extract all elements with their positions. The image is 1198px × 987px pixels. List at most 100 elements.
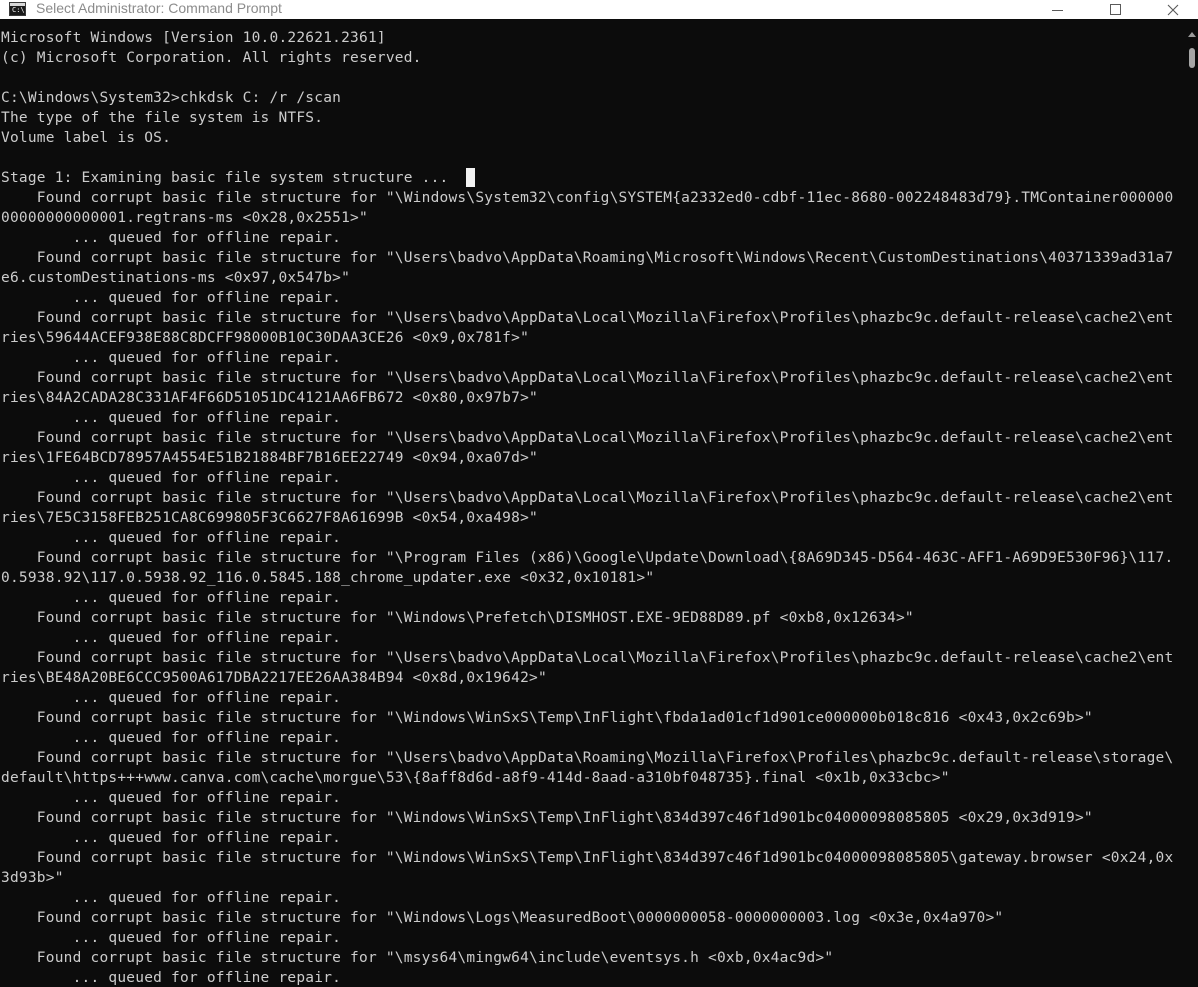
console-line: Microsoft Windows [Version 10.0.22621.23… [1,28,1183,48]
console-line-text: ries\7E5C3158FEB251CA8C699805F3C6627F8A6… [1,510,538,526]
title-bar[interactable]: C:\ Select Administrator: Command Prompt [0,0,1198,19]
console-line-text: ries\1FE64BCD78957A4554E51B21884BF7B16EE… [1,450,538,466]
console-line-text: ... queued for offline repair. [1,410,342,426]
console-line: ries\BE48A20BE6CCC9500A617DBA2217EE26AA3… [1,668,1183,688]
console-line-text: Found corrupt basic file structure for "… [1,370,1174,386]
console-line: ries\84A2CADA28C331AF4F66D51051DC4121AA6… [1,388,1183,408]
close-button[interactable] [1144,0,1198,19]
cmd-icon[interactable]: C:\ [9,2,26,16]
console-line: (c) Microsoft Corporation. All rights re… [1,48,1183,68]
console-line-text: Volume label is OS. [1,130,172,146]
console-line: ... queued for offline repair. [1,888,1183,908]
console-line-text: Found corrupt basic file structure for "… [1,250,1174,266]
console-line: ries\1FE64BCD78957A4554E51B21884BF7B16EE… [1,448,1183,468]
console-line-text: Stage 1: Examining basic file system str… [1,170,449,186]
console-line: ries\7E5C3158FEB251CA8C699805F3C6627F8A6… [1,508,1183,528]
console-line-text: C:\Windows\System32>chkdsk C: /r /scan [1,90,342,106]
console-line: ... queued for offline repair. [1,688,1183,708]
console-line-text: Found corrupt basic file structure for "… [1,750,1174,766]
console-line-text: Microsoft Windows [Version 10.0.22621.23… [1,30,386,46]
console-line: Found corrupt basic file structure for "… [1,708,1183,728]
minimize-icon [1051,10,1063,11]
console-line-text: 00000000000001.regtrans-ms <0x28,0x2551>… [1,210,368,226]
console-line-text: Found corrupt basic file structure for "… [1,430,1174,446]
minimize-button[interactable] [1028,0,1086,19]
console-line: ... queued for offline repair. [1,928,1183,948]
console-line-text: Found corrupt basic file structure for "… [1,550,1174,566]
console-line: Found corrupt basic file structure for "… [1,248,1183,268]
text-cursor [466,168,476,187]
console-line: ... queued for offline repair. [1,788,1183,808]
maximize-icon [1109,4,1121,15]
console-line-text: Found corrupt basic file structure for "… [1,850,1174,866]
close-icon [1167,4,1179,15]
maximize-button[interactable] [1086,0,1144,19]
console-line: The type of the file system is NTFS. [1,108,1183,128]
console-line: ... queued for offline repair. [1,408,1183,428]
console-line-text: ries\84A2CADA28C331AF4F66D51051DC4121AA6… [1,390,538,406]
console-line-text: ... queued for offline repair. [1,830,342,846]
console-output[interactable]: Microsoft Windows [Version 10.0.22621.23… [1,28,1183,987]
console-line: default\https+++www.canva.com\cache\morg… [1,768,1183,788]
console-line-text: ... queued for offline repair. [1,790,342,806]
console-line: Found corrupt basic file structure for "… [1,188,1183,208]
console-line-text: default\https+++www.canva.com\cache\morg… [1,770,950,786]
console-line-text: (c) Microsoft Corporation. All rights re… [1,50,422,66]
console-line: Found corrupt basic file structure for "… [1,748,1183,768]
console-line-text: ... queued for offline repair. [1,890,342,906]
console-line-text: Found corrupt basic file structure for "… [1,950,834,966]
window-title: Select Administrator: Command Prompt [36,0,282,16]
console-line: Stage 1: Examining basic file system str… [1,168,1183,188]
console-line-text: Found corrupt basic file structure for "… [1,190,1174,206]
console-line-text: 3d93b>" [1,870,64,886]
console-line: Found corrupt basic file structure for "… [1,488,1183,508]
console-line-text: Found corrupt basic file structure for "… [1,650,1174,666]
console-line: Found corrupt basic file structure for "… [1,308,1183,328]
console-line-text: Found corrupt basic file structure for "… [1,310,1174,326]
console-line-text: Found corrupt basic file structure for "… [1,810,1093,826]
console-line-text: ... queued for offline repair. [1,290,342,306]
console-line: ... queued for offline repair. [1,728,1183,748]
console-line-text: ... queued for offline repair. [1,730,342,746]
console-line: Found corrupt basic file structure for "… [1,908,1183,928]
console-line-text: ries\BE48A20BE6CCC9500A617DBA2217EE26AA3… [1,670,547,686]
console-line: Found corrupt basic file structure for "… [1,608,1183,628]
console-line-text: ... queued for offline repair. [1,690,342,706]
console-line: Found corrupt basic file structure for "… [1,548,1183,568]
scroll-up-arrow-icon[interactable] [1188,32,1196,37]
console-line: ... queued for offline repair. [1,968,1183,987]
console-line-text: e6.customDestinations-ms <0x97,0x547b>" [1,270,351,286]
console-line: 3d93b>" [1,868,1183,888]
console-line: e6.customDestinations-ms <0x97,0x547b>" [1,268,1183,288]
console-line: ... queued for offline repair. [1,528,1183,548]
console-line-text: 0.5938.92\117.0.5938.92_116.0.5845.188_c… [1,570,655,586]
console-line: ... queued for offline repair. [1,288,1183,308]
scrollbar-thumb[interactable] [1189,48,1195,68]
console-line: ... queued for offline repair. [1,468,1183,488]
console-line: Found corrupt basic file structure for "… [1,848,1183,868]
console-line: 00000000000001.regtrans-ms <0x28,0x2551>… [1,208,1183,228]
console-line-text: ... queued for offline repair. [1,530,342,546]
console-line-text: ... queued for offline repair. [1,930,342,946]
console-line: Found corrupt basic file structure for "… [1,808,1183,828]
console-line-text: ... queued for offline repair. [1,230,342,246]
console-line-text: ... queued for offline repair. [1,970,342,986]
console-line-text: ... queued for offline repair. [1,630,342,646]
console-line-text: Found corrupt basic file structure for "… [1,610,914,626]
console-line-text: ries\59644ACEF938E88C8DCFF98000B10C30DAA… [1,330,530,346]
console-line: ... queued for offline repair. [1,588,1183,608]
console-line: ries\59644ACEF938E88C8DCFF98000B10C30DAA… [1,328,1183,348]
console-line: Found corrupt basic file structure for "… [1,648,1183,668]
command-prompt-window: C:\ Select Administrator: Command Prompt… [0,0,1198,987]
console-line-text: The type of the file system is NTFS. [1,110,324,126]
console-line: Found corrupt basic file structure for "… [1,948,1183,968]
console-line: Found corrupt basic file structure for "… [1,368,1183,388]
console-line-text: Found corrupt basic file structure for "… [1,910,1004,926]
console-line: ... queued for offline repair. [1,348,1183,368]
console-line-text: Found corrupt basic file structure for "… [1,710,1093,726]
console-line: 0.5938.92\117.0.5938.92_116.0.5845.188_c… [1,568,1183,588]
console-line: Found corrupt basic file structure for "… [1,428,1183,448]
console-line: ... queued for offline repair. [1,828,1183,848]
vertical-scrollbar[interactable] [1186,19,1198,987]
